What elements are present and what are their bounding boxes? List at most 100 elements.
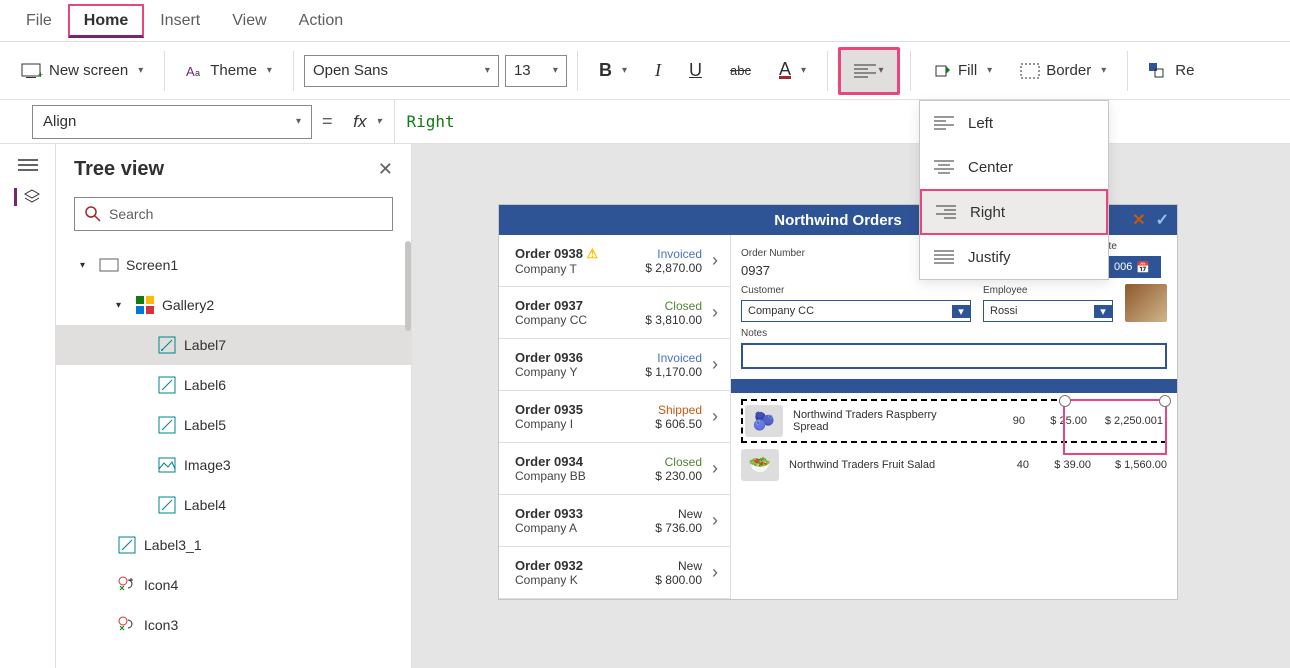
line-item[interactable]: 🥗 Northwind Traders Fruit Salad 40 $ 39.… bbox=[741, 443, 1167, 487]
ribbon: + New screen ▾ Aa Theme ▾ Open Sans ▾ 13… bbox=[0, 42, 1290, 100]
caret-icon: ▾ bbox=[80, 260, 92, 271]
product-thumb: 🫐 bbox=[745, 405, 783, 437]
reorder-button[interactable]: Re bbox=[1138, 55, 1205, 86]
align-option-center[interactable]: Center bbox=[920, 145, 1108, 189]
line-total: $ 2,250.001 bbox=[1097, 415, 1163, 427]
fx-button[interactable]: fx▾ bbox=[343, 112, 388, 132]
caret-icon: ▾ bbox=[116, 300, 128, 311]
reorder-label: Re bbox=[1175, 62, 1194, 79]
text-align-button[interactable]: ▾ bbox=[838, 47, 900, 95]
align-option-justify[interactable]: Justify bbox=[920, 235, 1108, 279]
italic-button[interactable]: I bbox=[644, 53, 672, 88]
chevron-down-icon: ▾ bbox=[622, 65, 627, 76]
employee-select[interactable]: Rossi▾ bbox=[983, 300, 1113, 322]
qty: 40 bbox=[989, 459, 1029, 471]
order-detail: Order Number 0937 Order Status Closed at… bbox=[731, 235, 1177, 599]
menu-view[interactable]: View bbox=[216, 4, 282, 38]
fill-button[interactable]: Fill ▾ bbox=[921, 55, 1003, 87]
tree-item-label: Icon3 bbox=[144, 617, 178, 633]
fill-label: Fill bbox=[958, 62, 977, 79]
titlebar-cancel-icon[interactable]: ✕ bbox=[1132, 210, 1145, 230]
tree-view-tab[interactable] bbox=[14, 188, 41, 206]
svg-text:+: + bbox=[38, 70, 43, 79]
order-list: Order 0938 ⚠Company T Invoiced$ 2,870.00… bbox=[499, 235, 731, 599]
tree-item-icon4[interactable]: Icon4 bbox=[56, 565, 411, 605]
formula-input[interactable]: Right bbox=[394, 100, 455, 143]
align-option-label: Center bbox=[968, 159, 1013, 176]
tree-item-label5[interactable]: Label5 bbox=[56, 405, 411, 445]
tree-item-label6[interactable]: Label6 bbox=[56, 365, 411, 405]
chevron-down-icon: ▾ bbox=[376, 116, 381, 127]
tree-item-label3-1[interactable]: Label3_1 bbox=[56, 525, 411, 565]
reorder-icon bbox=[1149, 63, 1169, 79]
customer-select[interactable]: Company CC▾ bbox=[741, 300, 971, 322]
new-screen-button[interactable]: + New screen ▾ bbox=[10, 55, 154, 86]
label-icon bbox=[156, 334, 178, 356]
order-row[interactable]: Order 0936 Company Y Invoiced$ 1,170.00 … bbox=[499, 339, 730, 391]
line-item[interactable]: 🫐 Northwind Traders Raspberry Spread 90 … bbox=[741, 399, 1167, 443]
tree-item-label: Label6 bbox=[184, 377, 226, 393]
menu-action[interactable]: Action bbox=[283, 4, 359, 38]
tree-item-image3[interactable]: Image3 bbox=[56, 445, 411, 485]
bold-button[interactable]: B▾ bbox=[588, 53, 638, 88]
font-name-select[interactable]: Open Sans ▾ bbox=[304, 55, 499, 87]
order-row[interactable]: Order 0934 Company BB Closed$ 230.00 › bbox=[499, 443, 730, 495]
left-rail bbox=[0, 144, 56, 668]
tree-search-input[interactable]: Search bbox=[74, 197, 393, 231]
tree-item-screen1[interactable]: ▾ Screen1 bbox=[56, 245, 411, 285]
svg-text:A: A bbox=[186, 64, 195, 79]
tree-item-label: Icon4 bbox=[144, 577, 178, 593]
chevron-down-icon: ▾ bbox=[987, 65, 992, 76]
tree-item-label: Screen1 bbox=[126, 257, 178, 273]
titlebar-confirm-icon[interactable]: ✓ bbox=[1156, 210, 1169, 230]
tree-item-gallery2[interactable]: ▾ Gallery2 bbox=[56, 285, 411, 325]
border-button[interactable]: Border ▾ bbox=[1009, 55, 1117, 86]
menu-file[interactable]: File bbox=[10, 4, 68, 38]
align-left-icon bbox=[854, 63, 876, 79]
font-size-select[interactable]: 13 ▾ bbox=[505, 55, 567, 87]
align-option-left[interactable]: Left bbox=[920, 101, 1108, 145]
order-row[interactable]: Order 0933 Company A New$ 736.00 › bbox=[499, 495, 730, 547]
scrollbar-thumb[interactable] bbox=[405, 241, 411, 331]
align-option-right[interactable]: Right bbox=[920, 189, 1108, 235]
date-input[interactable]: 006📅 bbox=[1103, 256, 1161, 278]
strikethrough-button[interactable]: abc bbox=[719, 56, 762, 85]
order-row[interactable]: Order 0937 Company CC Closed$ 3,810.00 › bbox=[499, 287, 730, 339]
font-name-value: Open Sans bbox=[313, 62, 388, 79]
tree-item-icon3[interactable]: Icon3 bbox=[56, 605, 411, 645]
app-title: Northwind Orders bbox=[774, 212, 902, 229]
tree-item-label: Label4 bbox=[184, 497, 226, 513]
tree-item-label4[interactable]: Label4 bbox=[56, 485, 411, 525]
tree-item-label: Gallery2 bbox=[162, 297, 214, 313]
menu-insert[interactable]: Insert bbox=[144, 4, 216, 38]
close-icon[interactable]: ✕ bbox=[378, 159, 393, 180]
order-row[interactable]: Order 0938 ⚠Company T Invoiced$ 2,870.00… bbox=[499, 235, 730, 287]
search-placeholder: Search bbox=[109, 206, 153, 222]
detail-separator bbox=[731, 379, 1177, 393]
property-select[interactable]: Align ▾ bbox=[32, 105, 312, 139]
label-icon bbox=[116, 534, 138, 556]
tree-item-label7[interactable]: Label7 bbox=[56, 325, 411, 365]
tree-item-label: Image3 bbox=[184, 457, 231, 473]
font-color-button[interactable]: A▾ bbox=[768, 55, 817, 86]
menu-home[interactable]: Home bbox=[68, 4, 144, 38]
order-row[interactable]: Order 0935 Company I Shipped$ 606.50 › bbox=[499, 391, 730, 443]
label-icon bbox=[156, 414, 178, 436]
chevron-right-icon: › bbox=[712, 510, 718, 531]
fill-icon bbox=[932, 62, 952, 80]
chevron-down-icon: ▾ bbox=[878, 65, 883, 76]
theme-button[interactable]: Aa Theme ▾ bbox=[175, 55, 283, 86]
unit-price: $ 25.00 bbox=[1035, 415, 1087, 427]
hamburger-icon[interactable] bbox=[18, 158, 38, 172]
label-icon bbox=[156, 494, 178, 516]
line-items: 🫐 Northwind Traders Raspberry Spread 90 … bbox=[741, 399, 1167, 487]
customer-label: Customer bbox=[741, 285, 971, 296]
border-icon bbox=[1020, 63, 1040, 79]
notes-input[interactable] bbox=[741, 343, 1167, 369]
layers-icon bbox=[23, 188, 41, 206]
order-row[interactable]: Order 0932 Company K New$ 800.00 › bbox=[499, 547, 730, 599]
equals-sign: = bbox=[322, 111, 333, 132]
border-label: Border bbox=[1046, 62, 1091, 79]
underline-button[interactable]: U bbox=[678, 53, 713, 88]
font-size-value: 13 bbox=[514, 62, 531, 79]
